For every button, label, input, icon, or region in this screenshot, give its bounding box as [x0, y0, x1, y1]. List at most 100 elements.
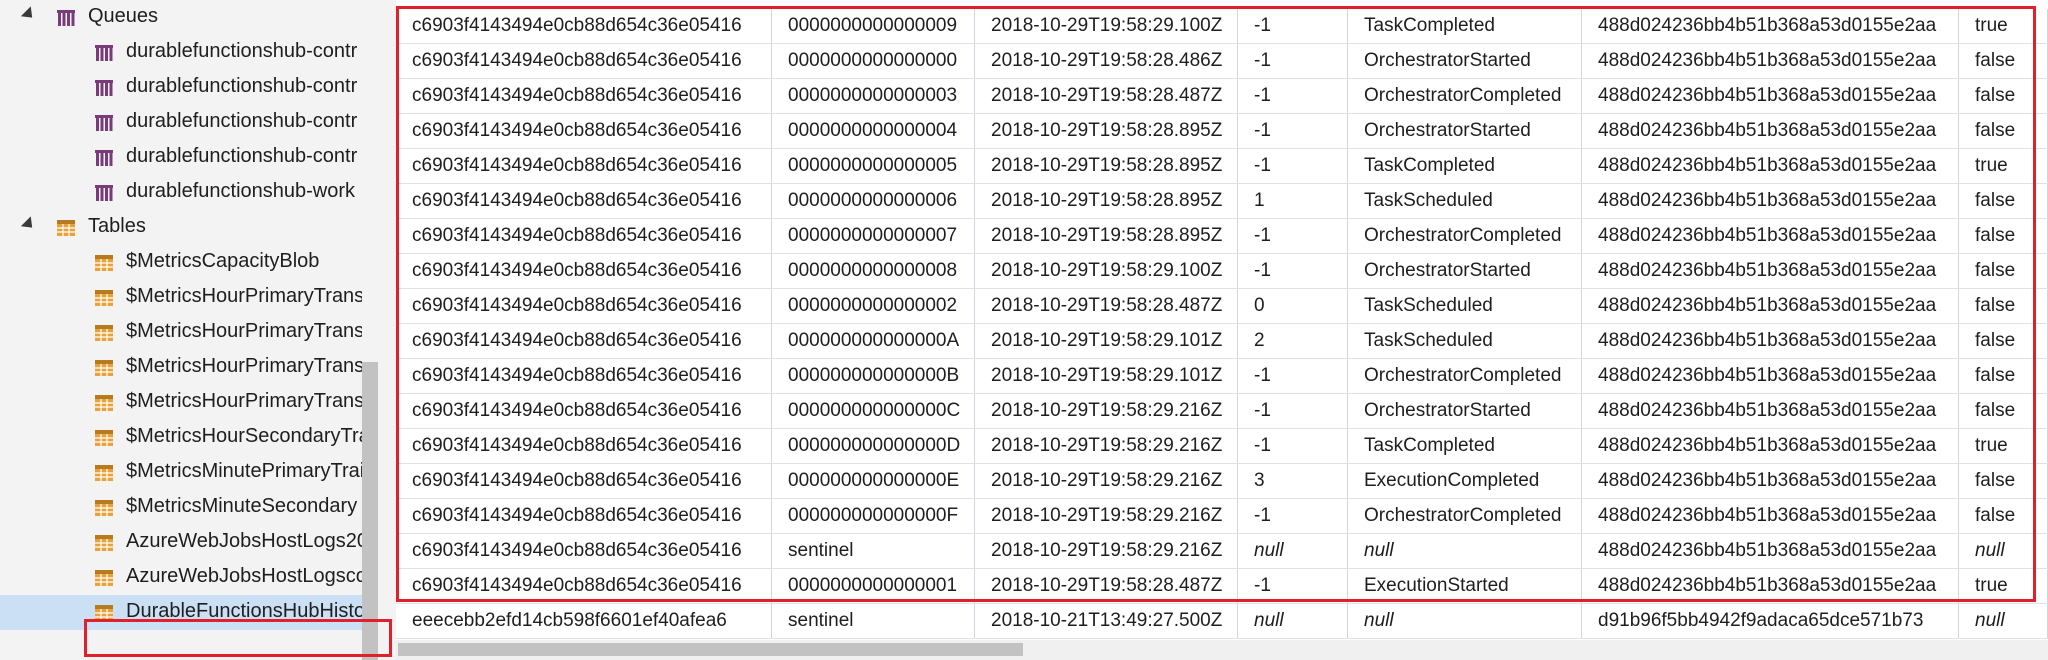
event-type-cell[interactable]: OrchestratorCompleted: [1348, 359, 1582, 393]
timestamp-cell[interactable]: 2018-10-29T19:58:28.486Z: [975, 44, 1238, 78]
is-played-cell[interactable]: true: [1959, 9, 2048, 43]
event-id-cell[interactable]: -1: [1238, 44, 1348, 78]
execution-id-cell[interactable]: 488d024236bb4b51b368a53d0155e2aa: [1582, 184, 1959, 218]
execution-id-cell[interactable]: 488d024236bb4b51b368a53d0155e2aa: [1582, 44, 1959, 78]
table-row[interactable]: c6903f4143494e0cb88d654c36e05416 00000000…: [396, 149, 2048, 184]
tree-item-table[interactable]: $MetricsHourPrimaryTrans: [0, 280, 362, 315]
is-played-cell[interactable]: false: [1959, 254, 2048, 288]
execution-id-cell[interactable]: 488d024236bb4b51b368a53d0155e2aa: [1582, 359, 1959, 393]
expand-arrow-icon[interactable]: [20, 6, 38, 23]
partition-key-cell[interactable]: c6903f4143494e0cb88d654c36e05416: [396, 534, 772, 568]
row-key-cell[interactable]: 000000000000000E: [772, 464, 975, 498]
is-played-cell[interactable]: true: [1959, 149, 2048, 183]
timestamp-cell[interactable]: 2018-10-29T19:58:28.487Z: [975, 289, 1238, 323]
is-played-cell[interactable]: false: [1959, 219, 2048, 253]
partition-key-cell[interactable]: c6903f4143494e0cb88d654c36e05416: [396, 324, 772, 358]
partition-key-cell[interactable]: c6903f4143494e0cb88d654c36e05416: [396, 9, 772, 43]
row-key-cell[interactable]: 0000000000000008: [772, 254, 975, 288]
row-key-cell[interactable]: 0000000000000003: [772, 79, 975, 113]
event-type-cell[interactable]: OrchestratorStarted: [1348, 44, 1582, 78]
is-played-cell[interactable]: false: [1959, 464, 2048, 498]
partition-key-cell[interactable]: c6903f4143494e0cb88d654c36e05416: [396, 429, 772, 463]
row-key-cell[interactable]: sentinel: [772, 604, 975, 638]
is-played-cell[interactable]: false: [1959, 184, 2048, 218]
table-row[interactable]: c6903f4143494e0cb88d654c36e05416 00000000…: [396, 219, 2048, 254]
event-id-cell[interactable]: 2: [1238, 324, 1348, 358]
tree-item-queue[interactable]: durablefunctionshub-contr: [0, 70, 362, 105]
event-type-cell[interactable]: ExecutionStarted: [1348, 569, 1582, 603]
table-row[interactable]: c6903f4143494e0cb88d654c36e05416 00000000…: [396, 184, 2048, 219]
table-row[interactable]: c6903f4143494e0cb88d654c36e05416 00000000…: [396, 499, 2048, 534]
execution-id-cell[interactable]: 488d024236bb4b51b368a53d0155e2aa: [1582, 289, 1959, 323]
event-id-cell[interactable]: -1: [1238, 219, 1348, 253]
partition-key-cell[interactable]: c6903f4143494e0cb88d654c36e05416: [396, 359, 772, 393]
row-key-cell[interactable]: sentinel: [772, 534, 975, 568]
event-type-cell[interactable]: OrchestratorStarted: [1348, 254, 1582, 288]
event-id-cell[interactable]: -1: [1238, 9, 1348, 43]
tree-item-table[interactable]: $MetricsCapacityBlob: [0, 245, 362, 280]
execution-id-cell[interactable]: 488d024236bb4b51b368a53d0155e2aa: [1582, 254, 1959, 288]
timestamp-cell[interactable]: 2018-10-29T19:58:28.895Z: [975, 184, 1238, 218]
execution-id-cell[interactable]: 488d024236bb4b51b368a53d0155e2aa: [1582, 394, 1959, 428]
event-type-cell[interactable]: OrchestratorCompleted: [1348, 499, 1582, 533]
event-id-cell[interactable]: -1: [1238, 394, 1348, 428]
tree-item-queue[interactable]: durablefunctionshub-contr: [0, 140, 362, 175]
row-key-cell[interactable]: 000000000000000A: [772, 324, 975, 358]
table-row[interactable]: c6903f4143494e0cb88d654c36e05416 00000000…: [396, 9, 2048, 44]
event-type-cell[interactable]: TaskCompleted: [1348, 149, 1582, 183]
is-played-cell[interactable]: false: [1959, 499, 2048, 533]
is-played-cell[interactable]: true: [1959, 429, 2048, 463]
execution-id-cell[interactable]: 488d024236bb4b51b368a53d0155e2aa: [1582, 79, 1959, 113]
tree-item-table[interactable]: DurableFunctionsHubHisto: [0, 595, 378, 630]
is-played-cell[interactable]: true: [1959, 569, 2048, 603]
timestamp-cell[interactable]: 2018-10-29T19:58:29.216Z: [975, 499, 1238, 533]
partition-key-cell[interactable]: eeecebb2efd14cb598f6601ef40afea6: [396, 604, 772, 638]
timestamp-cell[interactable]: 2018-10-29T19:58:29.216Z: [975, 429, 1238, 463]
table-row[interactable]: c6903f4143494e0cb88d654c36e05416 00000000…: [396, 464, 2048, 499]
partition-key-cell[interactable]: c6903f4143494e0cb88d654c36e05416: [396, 499, 772, 533]
partition-key-cell[interactable]: c6903f4143494e0cb88d654c36e05416: [396, 44, 772, 78]
table-row[interactable]: c6903f4143494e0cb88d654c36e05416 00000000…: [396, 394, 2048, 429]
tree-item-table[interactable]: $MetricsHourPrimaryTrans: [0, 350, 362, 385]
is-played-cell[interactable]: false: [1959, 359, 2048, 393]
event-id-cell[interactable]: 3: [1238, 464, 1348, 498]
execution-id-cell[interactable]: 488d024236bb4b51b368a53d0155e2aa: [1582, 9, 1959, 43]
event-type-cell[interactable]: ExecutionCompleted: [1348, 464, 1582, 498]
event-type-cell[interactable]: OrchestratorStarted: [1348, 394, 1582, 428]
partition-key-cell[interactable]: c6903f4143494e0cb88d654c36e05416: [396, 569, 772, 603]
event-id-cell[interactable]: 1: [1238, 184, 1348, 218]
table-row[interactable]: c6903f4143494e0cb88d654c36e05416 00000000…: [396, 254, 2048, 289]
grid-scroll-thumb[interactable]: [398, 643, 1023, 656]
row-key-cell[interactable]: 000000000000000B: [772, 359, 975, 393]
is-played-cell[interactable]: false: [1959, 394, 2048, 428]
timestamp-cell[interactable]: 2018-10-29T19:58:29.101Z: [975, 324, 1238, 358]
event-type-cell[interactable]: TaskScheduled: [1348, 324, 1582, 358]
event-type-cell[interactable]: OrchestratorCompleted: [1348, 79, 1582, 113]
partition-key-cell[interactable]: c6903f4143494e0cb88d654c36e05416: [396, 289, 772, 323]
row-key-cell[interactable]: 0000000000000000: [772, 44, 975, 78]
timestamp-cell[interactable]: 2018-10-29T19:58:28.487Z: [975, 79, 1238, 113]
timestamp-cell[interactable]: 2018-10-29T19:58:29.100Z: [975, 9, 1238, 43]
tree-node-tables[interactable]: Tables: [0, 210, 362, 245]
event-id-cell[interactable]: 0: [1238, 289, 1348, 323]
row-key-cell[interactable]: 0000000000000009: [772, 9, 975, 43]
table-row[interactable]: c6903f4143494e0cb88d654c36e05416 sentinel…: [396, 534, 2048, 569]
tree-item-table[interactable]: $MetricsHourPrimaryTrans: [0, 385, 362, 420]
event-type-cell[interactable]: TaskScheduled: [1348, 184, 1582, 218]
tree-scrollbar[interactable]: [362, 362, 378, 660]
row-key-cell[interactable]: 0000000000000007: [772, 219, 975, 253]
event-type-cell[interactable]: TaskScheduled: [1348, 289, 1582, 323]
table-row[interactable]: c6903f4143494e0cb88d654c36e05416 00000000…: [396, 569, 2048, 604]
partition-key-cell[interactable]: c6903f4143494e0cb88d654c36e05416: [396, 79, 772, 113]
event-type-cell[interactable]: OrchestratorStarted: [1348, 114, 1582, 148]
event-id-cell[interactable]: -1: [1238, 114, 1348, 148]
is-played-cell[interactable]: null: [1959, 534, 2048, 568]
is-played-cell[interactable]: false: [1959, 44, 2048, 78]
timestamp-cell[interactable]: 2018-10-29T19:58:28.895Z: [975, 149, 1238, 183]
tree-node-queues[interactable]: Queues: [0, 0, 362, 35]
tree-item-table[interactable]: $MetricsHourSecondaryTra: [0, 420, 362, 455]
execution-id-cell[interactable]: d91b96f5bb4942f9adaca65dce571b73: [1582, 604, 1959, 638]
timestamp-cell[interactable]: 2018-10-29T19:58:29.216Z: [975, 534, 1238, 568]
event-type-cell[interactable]: OrchestratorCompleted: [1348, 219, 1582, 253]
tree-item-table[interactable]: $MetricsHourPrimaryTrans: [0, 315, 362, 350]
